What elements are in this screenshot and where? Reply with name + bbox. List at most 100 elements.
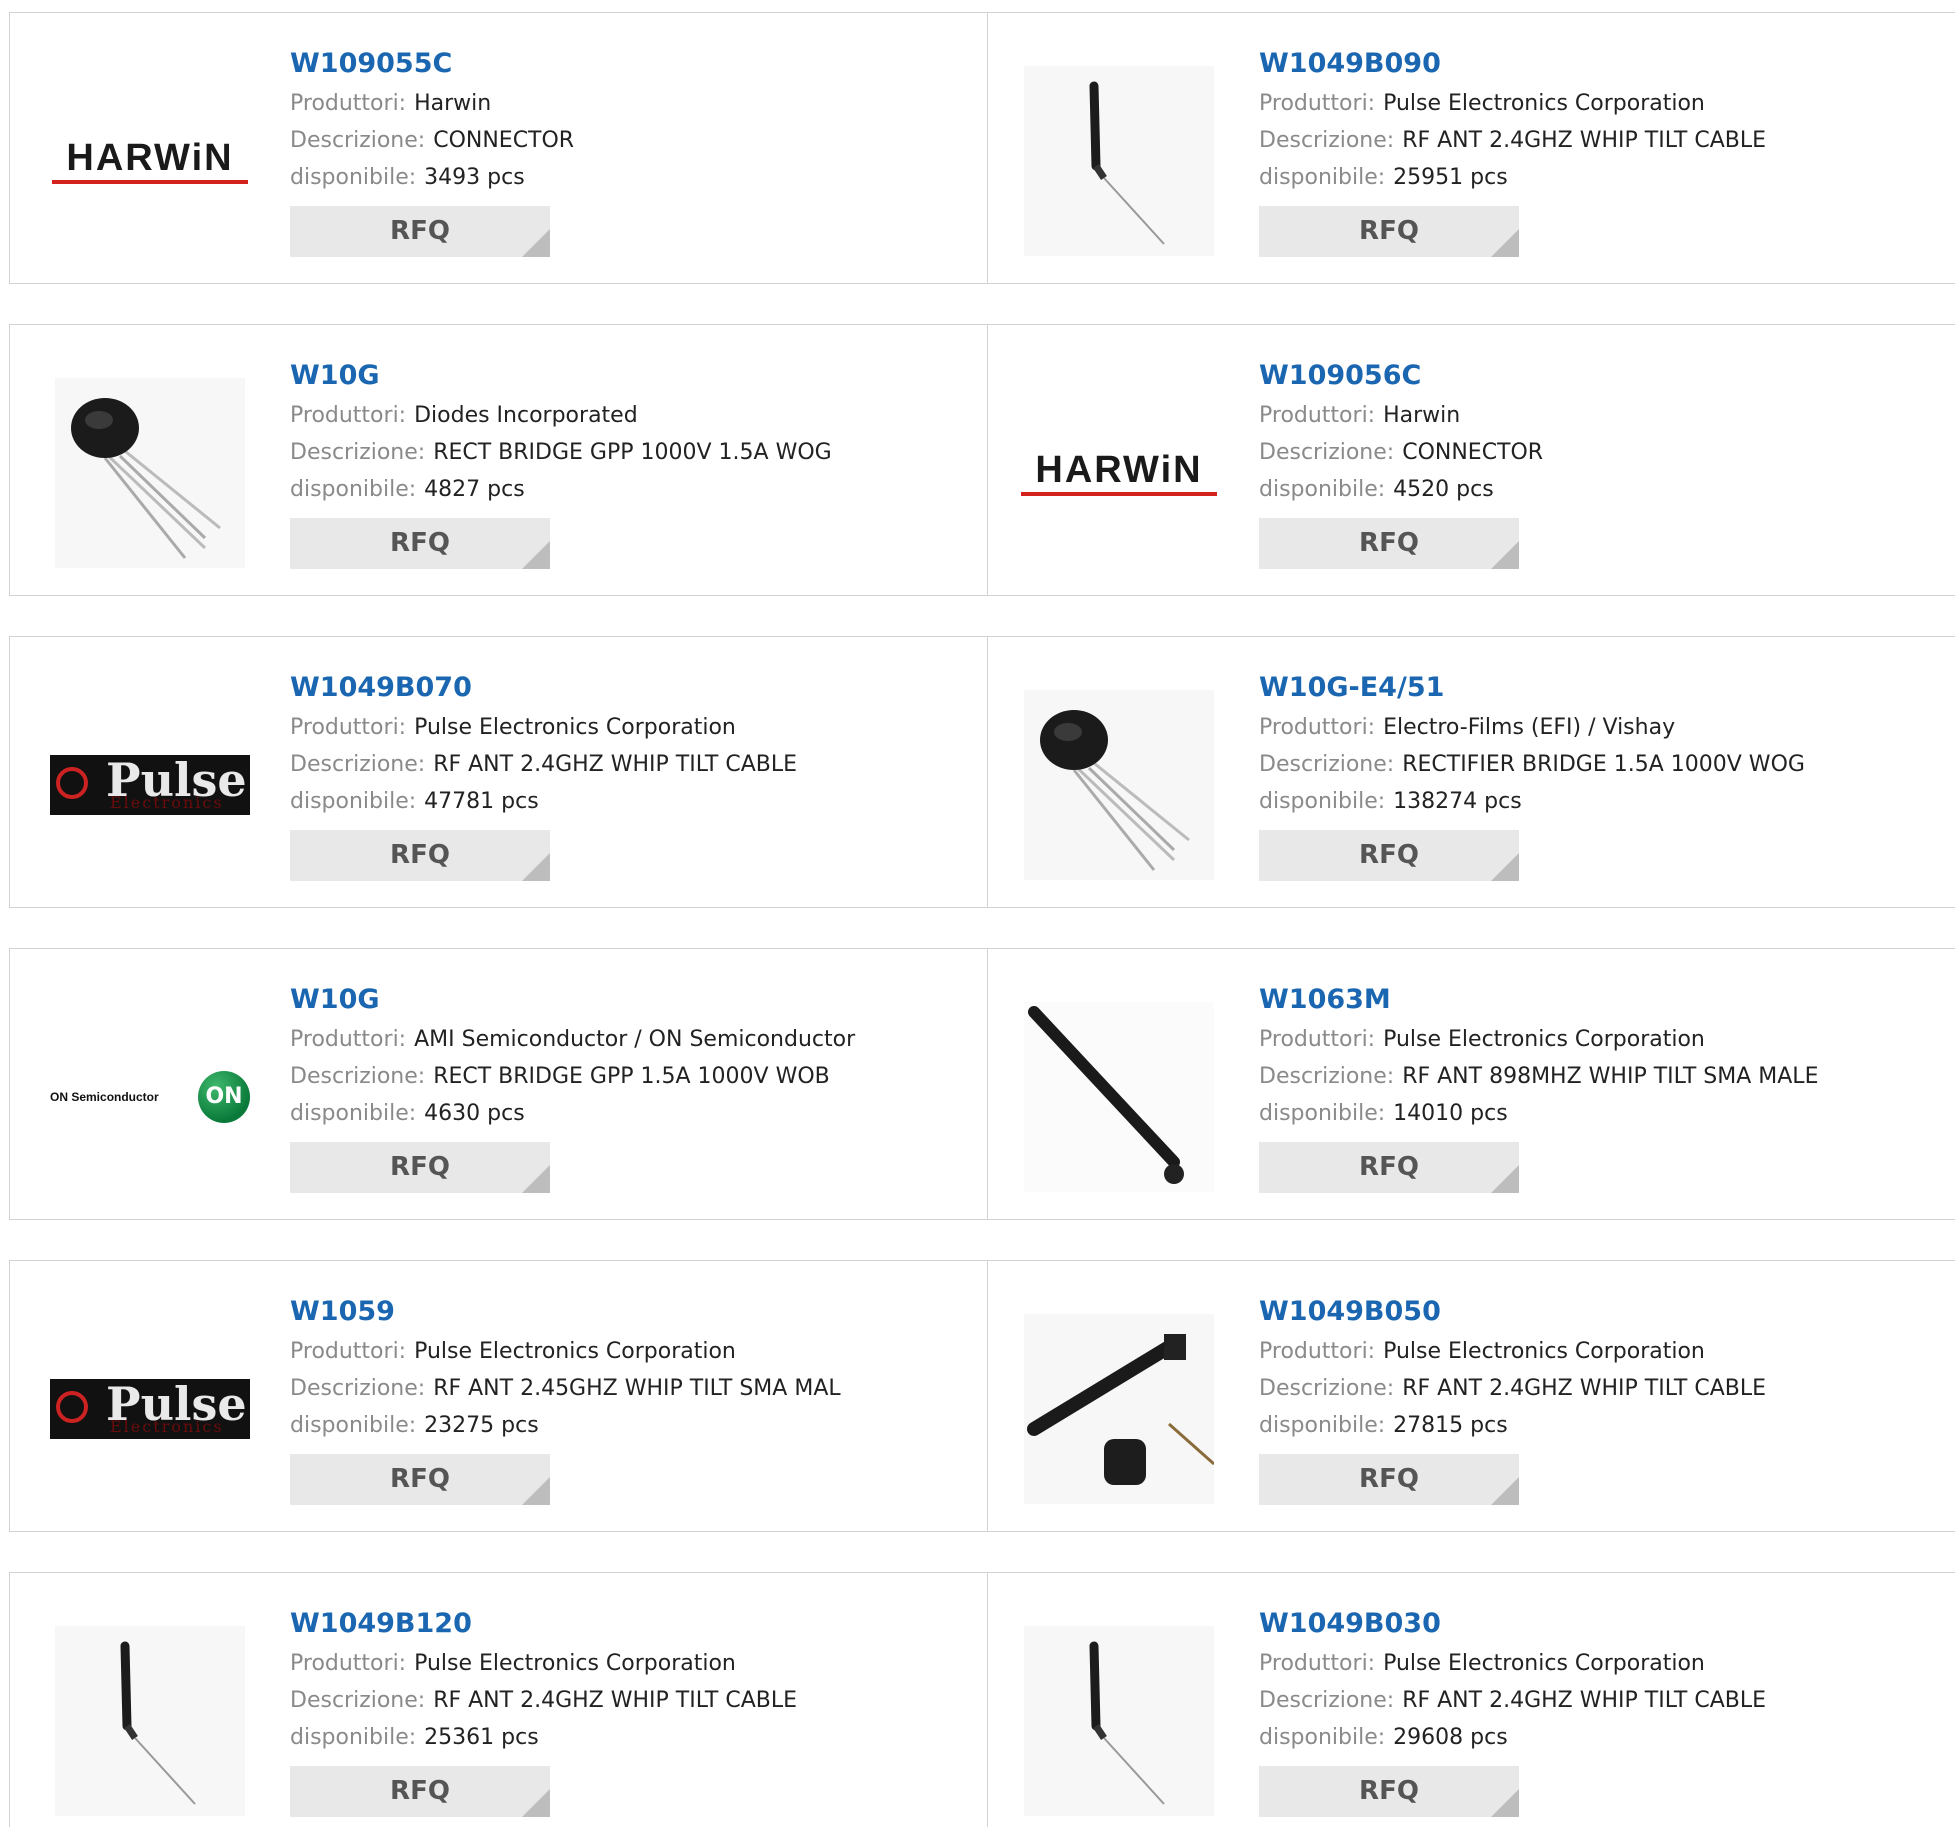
- stock-value: 4630 pcs: [424, 1101, 525, 1126]
- rfq-button[interactable]: RFQ: [1259, 1766, 1519, 1817]
- description-value: RECT BRIDGE GPP 1.5A 1000V WOB: [433, 1064, 830, 1089]
- product-info: W10G Produttori: Diodes Incorporated Desc…: [290, 355, 832, 569]
- part-number-link[interactable]: W109055C: [290, 43, 574, 85]
- stock-label: disponibile:: [290, 1413, 417, 1438]
- manufacturer-value: Pulse Electronics Corporation: [1383, 1651, 1705, 1676]
- product-thumbnail[interactable]: ON Semiconductor ON: [50, 999, 250, 1194]
- description-value: RECT BRIDGE GPP 1000V 1.5A WOG: [433, 440, 832, 465]
- stock-label: disponibile:: [290, 477, 417, 502]
- whip-antenna-photo: [1024, 1625, 1214, 1816]
- description-label: Descrizione:: [1259, 1064, 1395, 1089]
- part-number-link[interactable]: W1049B050: [1259, 1291, 1766, 1333]
- product-thumbnail[interactable]: HARWiN: [1019, 375, 1219, 570]
- manufacturer-label: Produttori:: [290, 1339, 407, 1364]
- product-thumbnail[interactable]: [1019, 63, 1219, 258]
- product-thumbnail[interactable]: [1019, 999, 1219, 1194]
- rfq-button[interactable]: RFQ: [1259, 206, 1519, 257]
- stock-value: 25361 pcs: [424, 1725, 539, 1750]
- stock-value: 14010 pcs: [1393, 1101, 1508, 1126]
- rfq-button[interactable]: RFQ: [290, 518, 550, 569]
- product-row: Pulse Electronics W1059 Produttori: Pulse …: [9, 1260, 1955, 1532]
- product-thumbnail[interactable]: Pulse Electronics: [50, 1311, 250, 1506]
- rfq-button[interactable]: RFQ: [290, 1766, 550, 1817]
- description-line: Descrizione: RF ANT 2.4GHZ WHIP TILT CABL…: [290, 1682, 797, 1719]
- description-label: Descrizione:: [290, 128, 426, 153]
- rfq-button[interactable]: RFQ: [290, 1142, 550, 1193]
- description-label: Descrizione:: [1259, 1376, 1395, 1401]
- rfq-button[interactable]: RFQ: [1259, 1142, 1519, 1193]
- rfq-button[interactable]: RFQ: [290, 206, 550, 257]
- on-logo-mark: ON: [198, 1070, 250, 1123]
- product-info: W10G Produttori: AMI Semiconductor / ON S…: [290, 979, 855, 1193]
- description-label: Descrizione:: [290, 440, 426, 465]
- part-number-link[interactable]: W10G: [290, 355, 832, 397]
- manufacturer-label: Produttori:: [1259, 715, 1376, 740]
- manufacturer-label: Produttori:: [1259, 91, 1376, 116]
- product-card: W1049B050 Produttori: Pulse Electronics C…: [987, 1261, 1955, 1531]
- manufacturer-value: Diodes Incorporated: [414, 403, 638, 428]
- manufacturer-label: Produttori:: [290, 91, 407, 116]
- manufacturer-value: Pulse Electronics Corporation: [414, 715, 736, 740]
- rfq-button[interactable]: RFQ: [1259, 518, 1519, 569]
- description-line: Descrizione: RECT BRIDGE GPP 1000V 1.5A W…: [290, 434, 832, 471]
- product-info: W1049B120 Produttori: Pulse Electronics C…: [290, 1603, 797, 1817]
- description-line: Descrizione: RECTIFIER BRIDGE 1.5A 1000V …: [1259, 746, 1805, 783]
- manufacturer-line: Produttori: Pulse Electronics Corporation: [290, 1333, 841, 1370]
- rfq-button[interactable]: RFQ: [1259, 1454, 1519, 1505]
- product-thumbnail[interactable]: [50, 375, 250, 570]
- pulse-electronics-logo: Pulse Electronics: [50, 1378, 250, 1439]
- manufacturer-label: Produttori:: [1259, 1651, 1376, 1676]
- rfq-button[interactable]: RFQ: [290, 1454, 550, 1505]
- part-number-link[interactable]: W1049B070: [290, 667, 797, 709]
- manufacturer-value: Harwin: [414, 91, 492, 116]
- description-value: RF ANT 2.45GHZ WHIP TILT SMA MAL: [433, 1376, 841, 1401]
- product-thumbnail[interactable]: [1019, 687, 1219, 882]
- product-thumbnail[interactable]: Pulse Electronics: [50, 687, 250, 882]
- pulse-electronics-logo: Pulse Electronics: [50, 754, 250, 815]
- manufacturer-line: Produttori: Pulse Electronics Corporation: [1259, 1021, 1818, 1058]
- description-line: Descrizione: RF ANT 2.4GHZ WHIP TILT CABL…: [1259, 1370, 1766, 1407]
- stock-label: disponibile:: [290, 789, 417, 814]
- description-value: RF ANT 898MHZ WHIP TILT SMA MALE: [1402, 1064, 1819, 1089]
- part-number-link[interactable]: W10G: [290, 979, 855, 1021]
- harwin-logo: HARWiN: [1019, 449, 1219, 496]
- product-thumbnail[interactable]: [50, 1623, 250, 1818]
- manufacturer-value: Pulse Electronics Corporation: [1383, 1027, 1705, 1052]
- description-value: CONNECTOR: [433, 128, 575, 153]
- part-number-link[interactable]: W109056C: [1259, 355, 1543, 397]
- manufacturer-line: Produttori: Pulse Electronics Corporation: [290, 709, 797, 746]
- manufacturer-label: Produttori:: [1259, 1339, 1376, 1364]
- product-thumbnail[interactable]: HARWiN: [50, 63, 250, 258]
- product-thumbnail[interactable]: [1019, 1623, 1219, 1818]
- part-number-link[interactable]: W1063M: [1259, 979, 1818, 1021]
- stock-value: 29608 pcs: [1393, 1725, 1508, 1750]
- pulse-mark-icon: [56, 1390, 88, 1423]
- description-label: Descrizione:: [1259, 1688, 1395, 1713]
- product-thumbnail[interactable]: [1019, 1311, 1219, 1506]
- description-value: RF ANT 2.4GHZ WHIP TILT CABLE: [1402, 1688, 1767, 1713]
- rfq-button[interactable]: RFQ: [1259, 830, 1519, 881]
- product-row: HARWiN W109055C Produttori: Harwin Descri…: [9, 12, 1955, 284]
- sma-antenna-photo: [1024, 1001, 1214, 1192]
- description-label: Descrizione:: [1259, 752, 1395, 777]
- product-info: W1049B090 Produttori: Pulse Electronics C…: [1259, 43, 1766, 257]
- stock-line: disponibile: 27815 pcs: [1259, 1407, 1766, 1444]
- product-card: HARWiN W109056C Produttori: Harwin Descri…: [987, 325, 1955, 595]
- stock-line: disponibile: 4630 pcs: [290, 1095, 855, 1132]
- description-line: Descrizione: RF ANT 2.45GHZ WHIP TILT SMA…: [290, 1370, 841, 1407]
- product-row: W10G Produttori: Diodes Incorporated Desc…: [9, 324, 1955, 596]
- description-line: Descrizione: RECT BRIDGE GPP 1.5A 1000V W…: [290, 1058, 855, 1095]
- stock-value: 4827 pcs: [424, 477, 525, 502]
- manufacturer-line: Produttori: Diodes Incorporated: [290, 397, 832, 434]
- rfq-button[interactable]: RFQ: [290, 830, 550, 881]
- product-info: W109056C Produttori: Harwin Descrizione: C…: [1259, 355, 1543, 569]
- manufacturer-value: Pulse Electronics Corporation: [414, 1339, 736, 1364]
- part-number-link[interactable]: W1049B090: [1259, 43, 1766, 85]
- product-info: W1063M Produttori: Pulse Electronics Corp…: [1259, 979, 1818, 1193]
- part-number-link[interactable]: W1049B030: [1259, 1603, 1766, 1645]
- description-value: RF ANT 2.4GHZ WHIP TILT CABLE: [1402, 1376, 1767, 1401]
- part-number-link[interactable]: W10G-E4/51: [1259, 667, 1805, 709]
- product-row: Pulse Electronics W1049B070 Produttori: Pu…: [9, 636, 1955, 908]
- part-number-link[interactable]: W1049B120: [290, 1603, 797, 1645]
- part-number-link[interactable]: W1059: [290, 1291, 841, 1333]
